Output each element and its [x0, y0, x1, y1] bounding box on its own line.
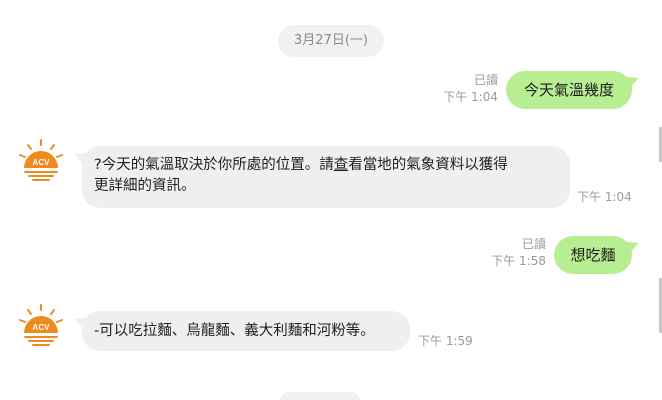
timestamp: 下午 1:04: [577, 190, 632, 204]
incoming-message-bubble[interactable]: ?今天的氣溫取決於你所處的位置。請查看當地的氣象資料以獲得 更詳細的資訊。: [71, 146, 570, 208]
incoming-message-bubble[interactable]: -可以吃拉麵、烏龍麵、義大利麵和河粉等。: [71, 311, 410, 351]
read-receipt: 已讀: [473, 73, 498, 87]
message-text: -可以吃拉麵、烏龍麵、義大利麵和河粉等。: [94, 323, 375, 339]
message-meta: 已讀 下午 1:58: [491, 236, 546, 270]
bubble-tail: [71, 311, 91, 331]
bubble-tail: [622, 70, 642, 90]
date-separator-partial: [280, 392, 360, 400]
avatar-label: ACV: [33, 158, 51, 167]
timestamp: 下午 1:04: [443, 90, 498, 104]
outgoing-message-bubble[interactable]: 今天氣溫幾度: [506, 70, 642, 109]
timestamp: 下午 1:58: [491, 254, 546, 268]
bot-avatar-icon[interactable]: ACV: [17, 138, 65, 186]
message-text-line-2: 更詳細的資訊。: [94, 178, 196, 194]
message-text: 想吃麵: [570, 246, 616, 264]
message-meta: 已讀 下午 1:04: [443, 72, 498, 106]
message-text-line-1: ?今天的氣溫取決於你所處的位置。請查看當地的氣象資料以獲得: [94, 157, 508, 173]
message-text: 今天氣溫幾度: [523, 81, 614, 99]
bubble-tail: [71, 146, 91, 166]
read-receipt: 已讀: [521, 237, 546, 251]
bubble-tail: [622, 235, 642, 255]
avatar-label: ACV: [33, 323, 51, 332]
chat-window: 3月27日(一) 已讀 下午 1:04 今天氣溫幾度 ACV ?今天的氣溫取決於…: [0, 0, 662, 400]
date-separator: 3月27日(一): [278, 25, 384, 57]
outgoing-message-bubble[interactable]: 想吃麵: [554, 235, 642, 274]
timestamp: 下午 1:59: [418, 334, 473, 348]
bot-avatar-icon[interactable]: ACV: [17, 303, 65, 351]
